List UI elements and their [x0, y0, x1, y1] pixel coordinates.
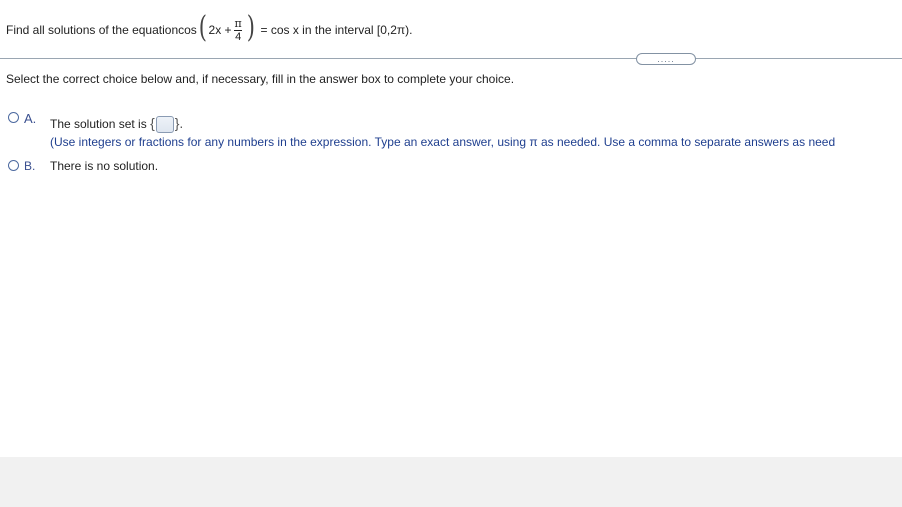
open-paren: (: [198, 10, 207, 45]
choice-b-letter: B.: [24, 159, 36, 173]
question-prefix: Find all solutions of the equation: [6, 23, 179, 37]
question-text: Find all solutions of the equation cos (…: [6, 12, 413, 48]
choice-b[interactable]: B. There is no solution.: [8, 159, 158, 173]
choice-b-radio[interactable]: [8, 160, 19, 171]
choice-a-line: The solution set is {}.: [50, 115, 835, 134]
choice-a-text: The solution set is: [50, 117, 147, 131]
choice-a-letter: A.: [24, 111, 37, 126]
answer-input-box[interactable]: [155, 116, 174, 134]
choice-a-hint: (Use integers or fractions for any numbe…: [50, 135, 836, 150]
choice-a[interactable]: A. The solution set is {}. (Use integers…: [8, 111, 835, 149]
close-paren: ): [246, 10, 255, 45]
fraction-numerator: π: [234, 16, 242, 30]
footer-band: [0, 457, 902, 507]
expand-more-button[interactable]: .....: [636, 53, 696, 65]
brace-close: }.: [174, 115, 184, 131]
pi-over-four-fraction: π 4: [234, 16, 243, 43]
inner-expression: 2x +: [208, 23, 232, 37]
choice-a-radio[interactable]: [8, 112, 19, 123]
equation-rhs: = cos x in the interval [0,2π).: [260, 23, 413, 37]
fraction-denominator: 4: [234, 29, 243, 43]
choice-b-text: There is no solution.: [50, 159, 159, 173]
instruction-text: Select the correct choice below and, if …: [6, 72, 515, 86]
brace-open: {: [150, 115, 155, 131]
choice-a-content: The solution set is {}. (Use integers or…: [50, 111, 835, 149]
cos-label: cos: [178, 23, 197, 37]
section-divider: [0, 58, 902, 59]
